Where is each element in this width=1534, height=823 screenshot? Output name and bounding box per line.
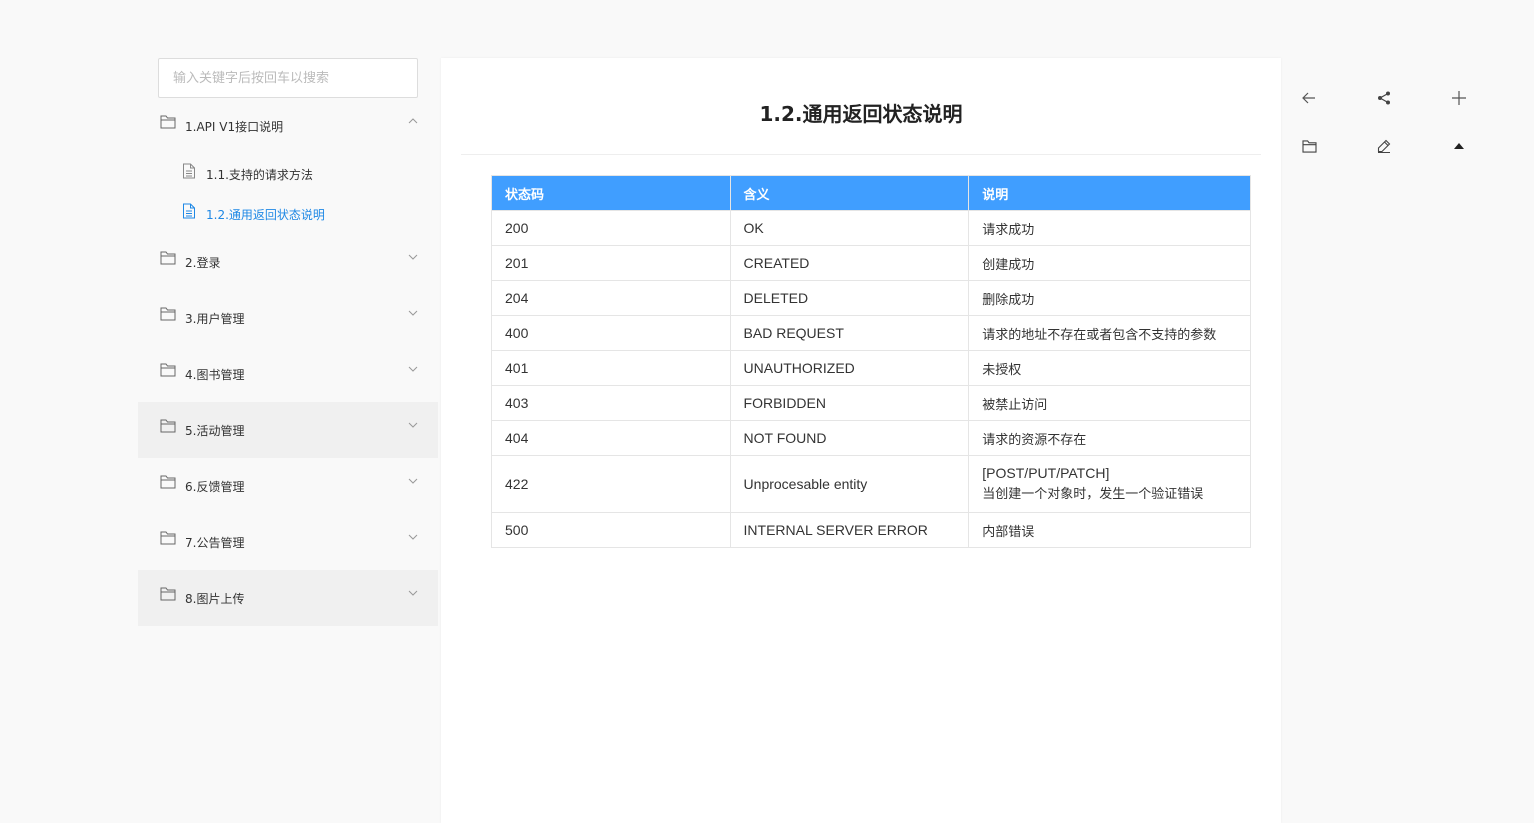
chevron-up-icon [408, 118, 418, 124]
meaning-cell: UNAUTHORIZED [729, 350, 970, 386]
description-cell: [POST/PUT/PATCH] 当创建一个对象时，发生一个验证错误 [968, 455, 1251, 513]
folder-icon [160, 363, 176, 377]
meaning-cell: DELETED [729, 280, 970, 316]
folder-icon [160, 115, 176, 129]
table-row: 201 CREATED 创建成功 [491, 245, 1251, 281]
chevron-down-icon [408, 254, 418, 260]
search-input[interactable] [158, 58, 418, 98]
share-button[interactable] [1366, 80, 1402, 116]
nav-tree: 1.API V1接口说明 1.1.支持的请求方法 1.2.通用返回状态说明 2.… [138, 98, 438, 626]
status-code-cell: 403 [491, 385, 731, 421]
meaning-cell: FORBIDDEN [729, 385, 970, 421]
meaning-cell: CREATED [729, 245, 970, 281]
folder-icon [160, 587, 176, 601]
description-cell: 内部错误 [968, 512, 1251, 548]
status-code-cell: 400 [491, 315, 731, 351]
status-table: 状态码 含义 说明 200 OK 请求成功 201 CREATED 创建成功 2… [491, 175, 1251, 548]
sidebar-item-feedback[interactable]: 6.反馈管理 [138, 458, 438, 514]
chevron-down-icon [408, 478, 418, 484]
table-row: 422 Unprocesable entity [POST/PUT/PATCH]… [491, 455, 1251, 513]
status-code-cell: 201 [491, 245, 731, 281]
plus-icon [1452, 91, 1466, 105]
add-button[interactable] [1441, 80, 1477, 116]
edit-button[interactable] [1366, 128, 1402, 164]
sidebar-subitem-label: 1.2.通用返回状态说明 [206, 207, 325, 222]
sidebar-subitem-methods[interactable]: 1.1.支持的请求方法 [138, 154, 438, 194]
status-code-cell: 422 [491, 455, 731, 513]
sidebar-item-books[interactable]: 4.图书管理 [138, 346, 438, 402]
sidebar-subitem-label: 1.1.支持的请求方法 [206, 167, 313, 182]
table-row: 200 OK 请求成功 [491, 210, 1251, 246]
column-header: 说明 [968, 175, 1251, 211]
sidebar-subitem-status[interactable]: 1.2.通用返回状态说明 [138, 194, 438, 234]
table-row: 400 BAD REQUEST 请求的地址不存在或者包含不支持的参数 [491, 315, 1251, 351]
table-row: 404 NOT FOUND 请求的资源不存在 [491, 420, 1251, 456]
chevron-down-icon [408, 590, 418, 596]
title-divider [461, 154, 1261, 155]
sidebar: 1.API V1接口说明 1.1.支持的请求方法 1.2.通用返回状态说明 2.… [138, 58, 438, 626]
sidebar-item-label: 4.图书管理 [185, 367, 245, 382]
table-row: 500 INTERNAL SERVER ERROR 内部错误 [491, 512, 1251, 548]
chevron-down-icon [408, 534, 418, 540]
edit-icon [1377, 139, 1391, 153]
description-cell: 请求的地址不存在或者包含不支持的参数 [968, 315, 1251, 351]
sidebar-item-users[interactable]: 3.用户管理 [138, 290, 438, 346]
description-cell: 删除成功 [968, 280, 1251, 316]
sidebar-item-login[interactable]: 2.登录 [138, 234, 438, 290]
meaning-cell: NOT FOUND [729, 420, 970, 456]
page-title: 1.2.通用返回状态说明 [759, 102, 963, 126]
sidebar-item-label: 1.API V1接口说明 [185, 119, 284, 134]
folder-icon [160, 531, 176, 545]
description-line: [POST/PUT/PATCH] [982, 465, 1110, 481]
sidebar-item-label: 7.公告管理 [185, 535, 245, 550]
meaning-cell: BAD REQUEST [729, 315, 970, 351]
status-code-cell: 204 [491, 280, 731, 316]
column-header: 含义 [729, 175, 970, 211]
folder-button[interactable] [1291, 128, 1327, 164]
document-panel: 1.2.通用返回状态说明 状态码 含义 说明 200 OK 请求成功 201 C… [441, 58, 1281, 823]
scroll-top-button[interactable] [1441, 128, 1477, 164]
sidebar-item-activities[interactable]: 5.活动管理 [138, 402, 438, 458]
table-row: 403 FORBIDDEN 被禁止访问 [491, 385, 1251, 421]
sidebar-item-label: 3.用户管理 [185, 311, 245, 326]
description-line: 当创建一个对象时，发生一个验证错误 [982, 487, 1204, 502]
folder-icon [160, 475, 176, 489]
folder-icon [160, 419, 176, 433]
status-code-cell: 404 [491, 420, 731, 456]
status-code-cell: 200 [491, 210, 731, 246]
sidebar-item-label: 8.图片上传 [185, 591, 245, 606]
sidebar-item-image-upload[interactable]: 8.图片上传 [138, 570, 438, 626]
folder-icon [1301, 139, 1317, 153]
description-cell: 请求的资源不存在 [968, 420, 1251, 456]
table-row: 401 UNAUTHORIZED 未授权 [491, 350, 1251, 386]
sidebar-item-api-v1[interactable]: 1.API V1接口说明 [138, 98, 438, 154]
document-icon [183, 163, 195, 179]
meaning-cell: Unprocesable entity [729, 455, 970, 513]
document-icon [183, 203, 195, 219]
meaning-cell: INTERNAL SERVER ERROR [729, 512, 970, 548]
status-code-cell: 500 [491, 512, 731, 548]
status-code-cell: 401 [491, 350, 731, 386]
folder-icon [160, 307, 176, 321]
folder-icon [160, 251, 176, 265]
column-header: 状态码 [491, 175, 731, 211]
table-row: 204 DELETED 删除成功 [491, 280, 1251, 316]
back-button[interactable] [1291, 80, 1327, 116]
sidebar-item-notices[interactable]: 7.公告管理 [138, 514, 438, 570]
arrow-left-icon [1302, 92, 1315, 104]
meaning-cell: OK [729, 210, 970, 246]
chevron-down-icon [408, 422, 418, 428]
chevron-down-icon [408, 310, 418, 316]
description-cell: 未授权 [968, 350, 1251, 386]
caret-up-icon [1454, 143, 1464, 149]
chevron-down-icon [408, 366, 418, 372]
share-icon [1378, 91, 1390, 105]
description-cell: 被禁止访问 [968, 385, 1251, 421]
sidebar-item-label: 2.登录 [185, 255, 221, 270]
description-cell: 创建成功 [968, 245, 1251, 281]
description-cell: 请求成功 [968, 210, 1251, 246]
sidebar-item-label: 6.反馈管理 [185, 479, 245, 494]
sidebar-item-label: 5.活动管理 [185, 423, 245, 438]
table-header-row: 状态码 含义 说明 [491, 175, 1251, 211]
